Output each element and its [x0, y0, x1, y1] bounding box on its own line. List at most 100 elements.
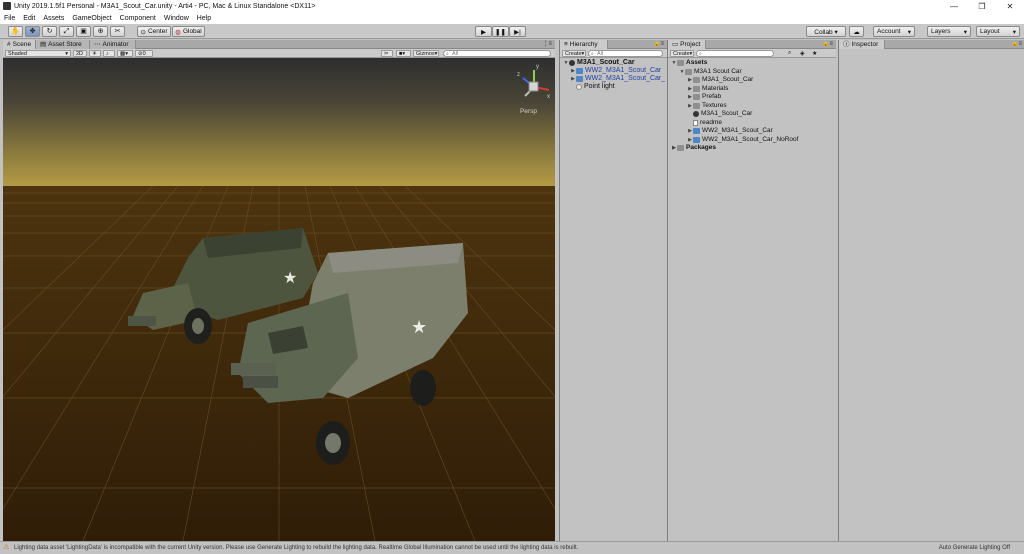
custom-tool-button[interactable]: ✂ — [110, 26, 125, 37]
rect-icon: ▣ — [80, 28, 87, 35]
move-icon: ✥ — [29, 28, 36, 35]
pause-icon: ❚❚ — [495, 28, 506, 36]
audio-toggle[interactable]: ♪ — [103, 50, 115, 57]
hierarchy-create-button[interactable]: Create▾ — [562, 50, 586, 57]
project-item-label: Materials — [702, 84, 729, 92]
tab-scene-label: Scene — [12, 41, 32, 48]
create-label: Create — [673, 51, 690, 57]
effects-icon: ▩▾ — [120, 51, 128, 57]
menu-file[interactable]: File — [4, 15, 15, 22]
tab-animator[interactable]: ⋯ Animator — [90, 40, 136, 49]
search-icon: ⌕ — [699, 51, 702, 57]
layout-dropdown[interactable]: Layout ▾ — [976, 26, 1020, 37]
mode-2d-label: 2D — [76, 51, 84, 57]
hand-icon: ✋ — [11, 28, 20, 35]
pivot-center-button[interactable]: ⊙ Center — [137, 26, 171, 37]
camera-dropdown[interactable]: ■▾ — [396, 50, 411, 57]
tab-project[interactable]: ▭ Project — [668, 40, 706, 49]
tab-asset-store-label: Asset Store — [48, 41, 82, 48]
rotate-tool-button[interactable]: ↻ — [42, 26, 57, 37]
account-dropdown[interactable]: Account ▾ — [873, 26, 915, 37]
gizmos-dropdown[interactable]: Gizmos▾ — [413, 50, 439, 57]
toggle-2d-button[interactable]: 2D — [73, 50, 87, 57]
layers-dropdown[interactable]: Layers ▾ — [927, 26, 971, 37]
scene-tools-button[interactable]: ✂ — [381, 50, 393, 57]
step-button[interactable]: ▶| — [509, 26, 526, 37]
maximize-button[interactable]: ❐ — [968, 0, 996, 12]
project-item[interactable]: ▶ Prefab — [687, 93, 721, 101]
project-item[interactable]: ▶ WW2_M3A1_Scout_Car_NoRoof — [687, 136, 798, 144]
panel-menu-icon[interactable]: 🔒≡ — [822, 40, 833, 49]
tab-hierarchy[interactable]: ≡ Hierarchy — [560, 40, 608, 49]
project-search-input[interactable]: ⌕ — [696, 50, 774, 57]
pause-button[interactable]: ❚❚ — [492, 26, 509, 37]
project-item-label: readme — [700, 118, 723, 126]
shading-mode-dropdown[interactable]: Shaded ▾ — [5, 50, 71, 57]
project-item[interactable]: readme — [687, 119, 722, 127]
lighting-toggle[interactable]: ☀ — [89, 50, 101, 57]
scene-search-input[interactable]: ⌕ All — [443, 50, 551, 57]
project-item[interactable]: ▼ Assets — [671, 59, 707, 67]
dropdown-arrow-icon: ▾ — [434, 51, 438, 57]
tab-inspector[interactable]: ⓘ Inspector — [839, 40, 885, 49]
pivot-global-button[interactable]: ◍ Global — [172, 26, 205, 37]
menu-bar: File Edit Assets GameObject Component Wi… — [0, 12, 1024, 24]
menu-gameobject[interactable]: GameObject — [72, 15, 111, 22]
status-bar[interactable]: ⚠ Lighting data asset 'LightingData' is … — [0, 541, 1024, 554]
panel-menu-icon[interactable]: 🔒≡ — [1011, 40, 1022, 49]
folder-icon — [693, 77, 700, 83]
main-toolbar: ✋ ✥ ↻ ⤢ ▣ ⊕ ✂ ⊙ Center ◍ Global ▶ ❚❚ ▶| … — [0, 24, 1024, 39]
menu-assets[interactable]: Assets — [43, 15, 64, 22]
collab-button[interactable]: Collab ▾ — [806, 26, 846, 37]
panel-menu-icon[interactable]: ⋮≡ — [542, 40, 552, 49]
menu-component[interactable]: Component — [120, 15, 156, 22]
folder-icon — [677, 60, 684, 66]
folder-icon — [693, 94, 700, 100]
transform-icon: ⊕ — [97, 28, 104, 35]
hidden-objects-toggle[interactable]: ⊘0 — [135, 50, 153, 57]
hierarchy-item[interactable]: ▶ WW2_M3A1_Scout_Car_ — [570, 75, 665, 83]
project-item[interactable]: ▶ Textures — [687, 102, 727, 110]
close-button[interactable]: ✕ — [996, 0, 1024, 12]
hierarchy-item-label: Point light — [584, 83, 615, 90]
scene-viewport[interactable]: ★ ★ y x z Persp — [3, 58, 555, 541]
project-tab-row: ▭ Project 🔒≡ — [668, 40, 836, 49]
rect-tool-button[interactable]: ▣ — [76, 26, 91, 37]
menu-help[interactable]: Help — [197, 15, 211, 22]
search-by-type-icon[interactable]: ⌕ — [788, 50, 791, 57]
project-item[interactable]: ▶ Materials — [687, 85, 728, 93]
panel-menu-icon[interactable]: 🔒≡ — [653, 40, 664, 49]
project-item[interactable]: ▶ WW2_M3A1_Scout_Car — [687, 127, 773, 135]
tab-asset-store[interactable]: ▤ Asset Store — [36, 40, 90, 49]
warning-icon: ⚠ — [3, 544, 10, 551]
project-item[interactable]: M3A1_Scout_Car — [687, 110, 752, 118]
hierarchy-search-input[interactable]: ⌕ All — [588, 50, 663, 57]
scene-root-row[interactable]: ▼ M3A1_Scout_Car — [563, 59, 635, 67]
scale-tool-button[interactable]: ⤢ — [59, 26, 74, 37]
dropdown-arrow-icon: ▾ — [907, 28, 911, 36]
project-item[interactable]: ▶ Packages — [671, 144, 716, 152]
project-item[interactable]: ▼ M3A1 Scout Car — [679, 68, 742, 76]
menu-window[interactable]: Window — [164, 15, 189, 22]
play-button[interactable]: ▶ — [475, 26, 492, 37]
cloud-button[interactable]: ☁ — [849, 26, 864, 37]
move-tool-button[interactable]: ✥ — [25, 26, 40, 37]
hierarchy-item[interactable]: Point light — [576, 83, 615, 91]
transform-tool-button[interactable]: ⊕ — [93, 26, 108, 37]
favorite-icon[interactable]: ★ — [812, 50, 817, 57]
globe-icon: ◍ — [175, 28, 181, 36]
minimize-button[interactable]: — — [940, 0, 968, 12]
tab-inspector-label: Inspector — [851, 41, 879, 48]
hierarchy-panel: ≡ Hierarchy 🔒≡ Create▾ ⌕ All ▼ M3A1_Scout… — [559, 40, 667, 541]
hand-tool-button[interactable]: ✋ — [8, 26, 23, 37]
light-bulb-icon: ☀ — [92, 51, 97, 57]
effects-dropdown[interactable]: ▩▾ — [117, 50, 133, 57]
search-by-label-icon[interactable]: ◈ — [800, 50, 805, 57]
persp-label[interactable]: Persp — [520, 108, 537, 115]
tab-scene[interactable]: # Scene — [3, 40, 36, 49]
hierarchy-item[interactable]: ▶ WW2_M3A1_Scout_Car — [570, 67, 661, 75]
project-create-button[interactable]: Create▾ — [670, 50, 694, 57]
tools-icon: ✂ — [384, 51, 389, 57]
project-item[interactable]: ▶ M3A1_Scout_Car — [687, 76, 753, 84]
menu-edit[interactable]: Edit — [23, 15, 35, 22]
